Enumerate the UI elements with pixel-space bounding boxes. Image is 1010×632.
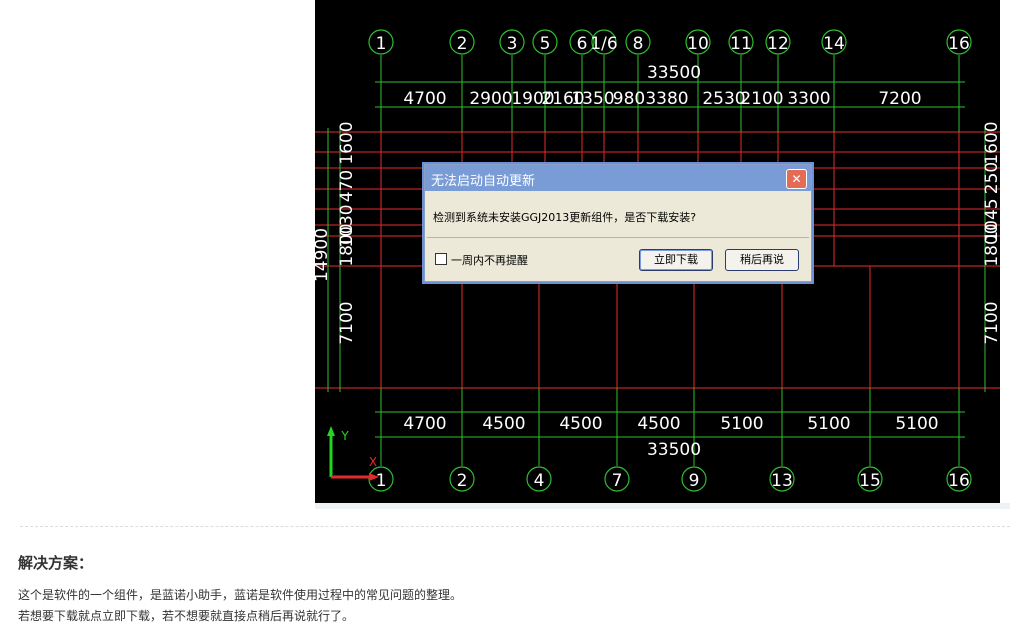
axis-label-bot-2: 4 (534, 471, 545, 491)
dim-bottom-total: 33500 (647, 440, 701, 460)
dont-remind-checkbox[interactable] (435, 253, 447, 265)
axis-label-bot-7: 16 (948, 471, 970, 491)
axis-label-top-0: 1 (376, 34, 387, 54)
dim-left-2: 1030 (337, 204, 357, 247)
dim-bottom-span-3: 4500 (637, 414, 680, 434)
dim-bottom-span-0: 4700 (403, 414, 446, 434)
dont-remind-label[interactable]: 一周内不再提醒 (451, 252, 528, 268)
dim-top-span-1: 2900 (469, 89, 512, 109)
dialog-separator (427, 237, 809, 238)
dim-bottom-span-1: 4500 (482, 414, 525, 434)
axis-label-bot-3: 7 (612, 471, 623, 491)
dialog-title-bar[interactable]: 无法启动自动更新 ✕ (425, 165, 811, 191)
dim-right-1: 1045 (982, 198, 1000, 241)
dialog-message: 检测到系统未安装GGJ2013更新组件，是否下载安装? (433, 211, 697, 224)
dim-top-total: 33500 (647, 63, 701, 83)
dim-top-span-6: 3380 (645, 89, 688, 109)
axis-label-top-8: 11 (730, 34, 752, 54)
dim-left-5: 7100 (337, 301, 357, 344)
axis-label-top-9: 12 (767, 34, 789, 54)
close-icon[interactable]: ✕ (786, 169, 807, 189)
section-divider (20, 526, 1010, 527)
axis-label-bot-0: 1 (376, 471, 387, 491)
dim-top-span-8: 2100 (740, 89, 783, 109)
axis-label-bot-5: 13 (771, 471, 793, 491)
dim-top-span-7: 2530 (702, 89, 745, 109)
dim-bottom-span-4: 5100 (720, 414, 763, 434)
dim-top-span-9: 3300 (787, 89, 830, 109)
dim-right-2: 250 (982, 162, 1000, 194)
download-now-button[interactable]: 立即下载 (639, 249, 713, 271)
solution-paragraph-1: 这个是软件的一个组件，是蓝诺小助手，蓝诺是软件使用过程中的常见问题的整理。 (18, 588, 463, 602)
dim-top-span-0: 4700 (403, 89, 446, 109)
dim-right-4: 7100 (982, 301, 1000, 344)
axis-label-top-3: 5 (540, 34, 551, 54)
dim-bottom-span-5: 5100 (807, 414, 850, 434)
dialog-title: 无法启动自动更新 (431, 174, 536, 189)
dim-left-0: 14900 (315, 228, 332, 282)
solution-heading: 解决方案： (18, 554, 94, 572)
dim-left-3: 470 (337, 170, 357, 202)
solution-paragraph-2: 若想要下载就点立即下载，若不想要就直接点稍后再说就行了。 (18, 609, 355, 623)
ucs-y-arrow (327, 426, 335, 436)
remind-later-button[interactable]: 稍后再说 (725, 249, 799, 271)
dim-bottom-span-6: 5100 (895, 414, 938, 434)
axis-label-top-4: 6 (577, 34, 588, 54)
axis-label-top-1: 2 (457, 34, 468, 54)
axis-label-bot-6: 15 (859, 471, 881, 491)
dim-top-span-10: 7200 (878, 89, 921, 109)
axis-label-top-5: 1/6 (590, 34, 617, 54)
dim-left-4: 1600 (337, 121, 357, 164)
update-dialog: 无法启动自动更新 ✕ 检测到系统未安装GGJ2013更新组件，是否下载安装? 一… (424, 164, 812, 282)
ucs-y-label: Y (340, 429, 349, 443)
dim-bottom-span-2: 4500 (559, 414, 602, 434)
dim-top-span-5: 980 (613, 89, 645, 109)
axis-label-top-10: 14 (823, 34, 845, 54)
axis-label-bot-4: 9 (689, 471, 700, 491)
image-shadow (315, 503, 1010, 509)
axis-label-top-7: 10 (687, 34, 709, 54)
ucs-x-label: X (369, 455, 377, 469)
axis-label-top-2: 3 (507, 34, 518, 54)
dim-top-span-4: 1350 (571, 89, 614, 109)
dim-right-3: 1600 (982, 121, 1000, 164)
axis-label-top-6: 8 (633, 34, 644, 54)
axis-label-bot-1: 2 (457, 471, 468, 491)
axis-label-top-11: 16 (948, 34, 970, 54)
